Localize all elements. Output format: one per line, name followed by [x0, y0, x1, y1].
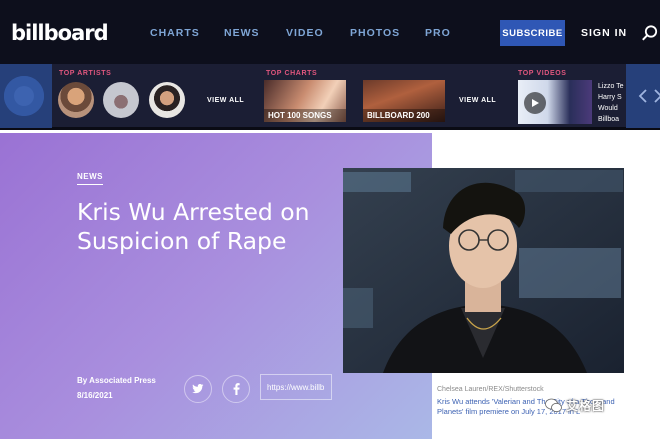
hot-100-tile[interactable]: HOT 100 SONGS — [264, 80, 346, 122]
nav-charts[interactable]: CHARTS — [150, 27, 200, 39]
facebook-icon — [233, 383, 240, 395]
nav-video[interactable]: VIDEO — [286, 27, 324, 39]
watermark-text: 艾格图 — [566, 399, 606, 413]
photo-credit: Chelsea Lauren/REX/Shutterstock — [437, 386, 544, 393]
twitter-icon — [192, 384, 204, 394]
strip-left-panel[interactable] — [0, 64, 52, 128]
view-all-charts-link[interactable]: VIEW ALL — [459, 97, 496, 104]
nav-photos[interactable]: PHOTOS — [350, 27, 400, 39]
video-title[interactable]: Lizzo Te Harry S Would Billboa — [598, 81, 628, 125]
author-link[interactable]: Associated Press — [89, 376, 156, 385]
top-videos-label: TOP VIDEOS — [518, 70, 567, 77]
wechat-icon — [545, 398, 562, 413]
artist-thumbnail-3[interactable] — [149, 82, 185, 118]
video-thumbnail[interactable] — [518, 80, 592, 124]
carousel-controls — [626, 64, 660, 128]
trending-strip: TOP ARTISTS VIEW ALL TOP CHARTS HOT 100 … — [0, 64, 660, 130]
top-navigation: billboard CHARTS NEWS VIDEO PHOTOS PRO S… — [0, 0, 660, 64]
billboard-200-tile[interactable]: BILLBOARD 200 — [363, 80, 445, 122]
billboard-200-label: BILLBOARD 200 — [363, 109, 445, 122]
top-charts-label: TOP CHARTS — [266, 70, 318, 77]
article-category[interactable]: NEWS — [77, 172, 103, 185]
vinyl-disc-icon — [4, 76, 44, 116]
nav-news[interactable]: NEWS — [224, 27, 260, 39]
article-byline: By Associated Press — [77, 376, 156, 385]
twitter-share-button[interactable] — [184, 375, 212, 403]
share-url-field[interactable]: https://www.billb — [260, 374, 332, 400]
facebook-share-button[interactable] — [222, 375, 250, 403]
billboard-logo[interactable]: billboard — [11, 21, 109, 45]
subscribe-button[interactable]: SUBSCRIBE — [500, 20, 565, 46]
search-icon[interactable] — [641, 24, 659, 42]
hot-100-label: HOT 100 SONGS — [264, 109, 346, 122]
view-all-artists-link[interactable]: VIEW ALL — [207, 97, 244, 104]
artist-thumbnail-2[interactable] — [103, 82, 139, 118]
nav-pro[interactable]: PRO — [425, 27, 451, 39]
top-artists-label: TOP ARTISTS — [59, 70, 112, 77]
sign-in-link[interactable]: SIGN IN — [581, 27, 627, 39]
kris-wu-photo — [343, 168, 624, 373]
artist-thumbnail-1[interactable] — [58, 82, 94, 118]
article-date: 8/16/2021 — [77, 391, 113, 400]
play-icon[interactable] — [524, 92, 546, 114]
chevron-right-icon[interactable] — [652, 88, 660, 104]
article-headline: Kris Wu Arrested on Suspicion of Rape — [77, 198, 310, 255]
chevron-left-icon[interactable] — [637, 88, 649, 104]
article-photo[interactable] — [343, 168, 624, 373]
photo-caption: Kris Wu attends 'Valerian and The City o… — [437, 397, 615, 416]
